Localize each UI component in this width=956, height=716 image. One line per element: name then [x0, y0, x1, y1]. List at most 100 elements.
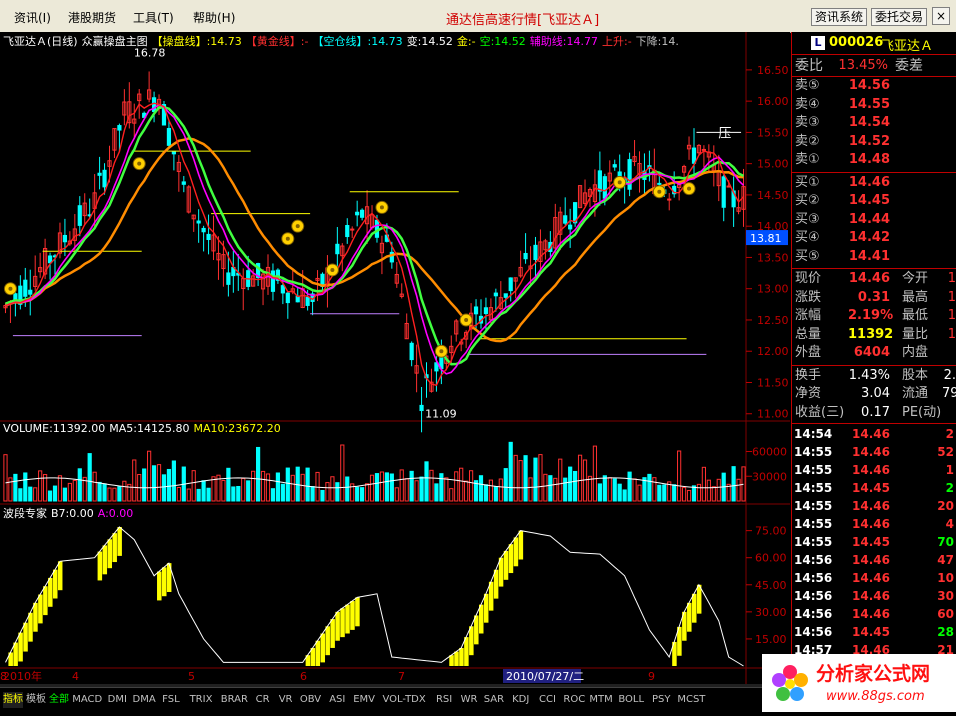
- indicator-tab[interactable]: OBV: [299, 692, 323, 708]
- menu-bar: 资讯(I) 港股期货 工具(T) 帮助(H) 通达信高速行情[飞亚达Ａ] 资讯系…: [0, 0, 956, 33]
- chart-area[interactable]: 16.50 16.00 15.50 15.00 14.50 14.00 13.50 13.00…: [0, 32, 790, 687]
- candle-body: [97, 172, 102, 176]
- volume-bar: [166, 468, 172, 502]
- volume-bar: [384, 472, 389, 502]
- indicator-tab[interactable]: SAR: [482, 692, 506, 708]
- menu-item-tools[interactable]: 工具(T): [133, 9, 174, 26]
- candle-body: [201, 227, 206, 233]
- volume-bar: [236, 485, 241, 502]
- finance-row: 收益(三) 0.17 PE(动): [792, 404, 956, 422]
- volume-bar: [364, 483, 370, 502]
- header-item: B7:0.00: [51, 507, 94, 520]
- stock-name: 飞亚达Ａ: [881, 39, 934, 54]
- volume-bar: [543, 473, 548, 502]
- indicator-tab[interactable]: 指标: [3, 692, 23, 708]
- y-tick-label: 11.50: [757, 376, 789, 389]
- indicator-tab[interactable]: 模板: [26, 692, 46, 708]
- weibi-value: 13.45%: [838, 58, 888, 73]
- indicator-tab[interactable]: 全部: [49, 692, 69, 708]
- volume-bar: [151, 465, 157, 502]
- wave-bar: [53, 569, 58, 599]
- tick-time: 14:55: [794, 463, 833, 477]
- tick-volume: 30: [937, 589, 954, 603]
- indicator-tab[interactable]: BRAR: [219, 692, 249, 708]
- volume-bar: [300, 473, 305, 502]
- finance-value: 1.43%: [848, 367, 890, 383]
- indicator-tab[interactable]: FSL: [159, 692, 183, 708]
- tick-volume: 52: [937, 445, 954, 459]
- info-system-button[interactable]: 资讯系统: [811, 8, 868, 26]
- indicator-tab[interactable]: MTM: [589, 692, 613, 708]
- indicator-tab[interactable]: KDJ: [509, 692, 533, 708]
- indicator-tab[interactable]: CR: [253, 692, 273, 708]
- menu-item-info[interactable]: 资讯(I): [14, 9, 51, 26]
- marker-center: [617, 180, 622, 185]
- close-icon[interactable]: ×: [932, 7, 950, 25]
- sell-level-row: 卖⑤ 14.56: [792, 77, 956, 95]
- buy-level-label: 买④: [795, 230, 820, 245]
- tick-row: 14:56 14.46 47: [792, 551, 956, 569]
- volume-bar: [77, 468, 82, 502]
- candle-body: [503, 293, 508, 298]
- indicator-tab[interactable]: MCST: [676, 692, 706, 708]
- wave-bar: [340, 608, 345, 638]
- kline-chart[interactable]: 16.5016.0015.5015.0014.5014.0013.5013.00…: [0, 32, 790, 687]
- menu-item-help[interactable]: 帮助(H): [193, 9, 235, 26]
- candle-body: [102, 169, 107, 188]
- weibi-row: 委比 13.45% 委差: [792, 57, 956, 75]
- wave-bar: [325, 626, 330, 656]
- wave-bar: [513, 537, 519, 567]
- indicator-tab[interactable]: BOLL: [616, 692, 646, 708]
- candle-body: [280, 285, 285, 294]
- indicator-tab[interactable]: CCI: [536, 692, 560, 708]
- indicator-tab[interactable]: EMV: [352, 692, 376, 708]
- wave-bar: [97, 551, 103, 581]
- indicator-tab[interactable]: ASI: [325, 692, 349, 708]
- volume-bar: [47, 490, 53, 502]
- volume-bar: [518, 460, 523, 502]
- tick-volume: 2: [945, 427, 954, 441]
- tick-time: 14:54: [794, 427, 833, 441]
- indicator-tab[interactable]: WR: [459, 692, 479, 708]
- candle-body: [62, 234, 68, 243]
- sell-level-label: 卖②: [795, 133, 820, 149]
- volume-bar: [548, 475, 553, 502]
- indicator-tab[interactable]: TRIX: [186, 692, 216, 708]
- wave-bar: [157, 571, 162, 601]
- volume-bar: [528, 477, 533, 502]
- candle-body: [508, 277, 513, 292]
- indicator-tab[interactable]: MACD: [72, 692, 102, 708]
- menu-item-hk-futures[interactable]: 港股期货: [68, 9, 116, 26]
- volume-bar: [360, 487, 365, 502]
- wave-bar: [48, 577, 53, 607]
- volume-bar: [716, 478, 721, 502]
- tick-row: 14:56 14.45 28: [792, 623, 956, 641]
- sell-level-row: 卖③ 14.54: [792, 114, 956, 132]
- wave-tick-label: 60.00: [755, 552, 787, 565]
- volume-bar: [92, 471, 97, 502]
- vol-tick-label: 60000: [752, 446, 787, 459]
- order-trade-button[interactable]: 委托交易: [871, 8, 928, 26]
- candle-body: [181, 181, 186, 185]
- volume-bar: [191, 470, 196, 502]
- stat-label: 涨幅: [795, 308, 822, 323]
- indicator-tab[interactable]: DMA: [132, 692, 156, 708]
- tick-row: 14:55 14.45 2: [792, 479, 956, 497]
- indicator-tab[interactable]: RSI: [432, 692, 456, 708]
- tick-price: 14.45: [852, 481, 890, 495]
- stat-label: 总量: [795, 326, 822, 342]
- indicator-tab[interactable]: ROC: [562, 692, 586, 708]
- wave-bar: [161, 567, 167, 597]
- finance-label-2: 流通: [902, 386, 929, 401]
- tick-time: 14:56: [794, 589, 833, 603]
- volume-bar: [156, 464, 162, 502]
- volume-bar: [627, 471, 632, 502]
- indicator-tab[interactable]: DMI: [105, 692, 129, 708]
- indicator-tab[interactable]: PSY: [649, 692, 673, 708]
- finance-row: 净资 3.04 流通 79: [792, 385, 956, 403]
- indicator-tab[interactable]: VR: [276, 692, 296, 708]
- volume-bar: [488, 479, 494, 502]
- indicator-tab[interactable]: VOL-TDX: [379, 692, 429, 708]
- marker-center: [657, 189, 662, 194]
- buy-level-price: 14.44: [848, 211, 890, 227]
